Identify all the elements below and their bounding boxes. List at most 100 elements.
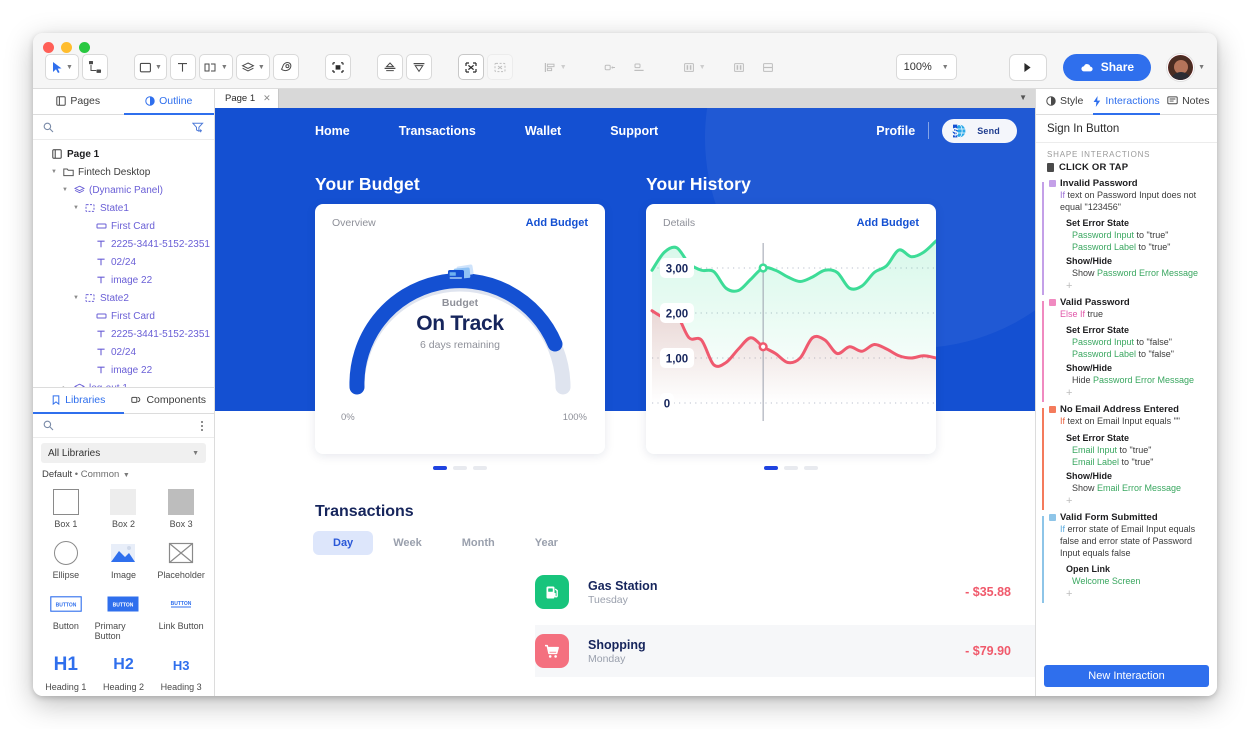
preview-button[interactable]: [1008, 53, 1047, 81]
minimize-window-button[interactable]: [61, 42, 72, 53]
zoom-level-select[interactable]: 100% ▼: [895, 54, 957, 80]
tab-interactions[interactable]: Interactions: [1093, 89, 1160, 115]
interaction-case-header[interactable]: Valid Password: [1049, 297, 1217, 308]
outline-tree-item[interactable]: 02/24: [33, 343, 214, 361]
library-item[interactable]: BUTTON Link Button: [152, 586, 210, 643]
transactions-tabs[interactable]: Day Week Month Year: [313, 531, 578, 555]
action-item[interactable]: Hide Password Error Message: [1049, 374, 1217, 386]
library-item[interactable]: Box 2: [95, 484, 153, 531]
transactions-tab-month[interactable]: Month: [442, 531, 515, 555]
library-item[interactable]: H2 Heading 2: [95, 647, 153, 694]
budget-card[interactable]: Overview Add Budget Budget On Track 6 da…: [315, 204, 605, 454]
tab-outline[interactable]: Outline: [123, 89, 214, 115]
collapse-toggle-icon[interactable]: [1049, 299, 1056, 307]
action-item[interactable]: Email Label to "true": [1049, 456, 1217, 468]
budget-card-add-budget-button[interactable]: Add Budget: [526, 217, 588, 229]
distribute-horizontal-tool-button[interactable]: [597, 54, 623, 80]
library-item[interactable]: Box 3: [152, 484, 210, 531]
history-card[interactable]: Details Add Budget 0 1,00 2,00 3,00: [646, 204, 936, 454]
share-button[interactable]: Share: [1062, 53, 1152, 81]
history-card-add-budget-button[interactable]: Add Budget: [857, 217, 919, 229]
chevron-down-icon[interactable]: ▼: [1019, 93, 1027, 102]
tab-components[interactable]: Components: [124, 388, 215, 414]
search-icon[interactable]: [43, 420, 54, 431]
close-icon[interactable]: ✕: [263, 93, 271, 104]
add-action-icon[interactable]: +: [1049, 386, 1217, 402]
text-tool-button[interactable]: [169, 54, 196, 80]
mask-tool-button[interactable]: [405, 54, 432, 80]
outline-tree-item[interactable]: 02/24: [33, 253, 214, 271]
nav-link-support[interactable]: Support: [610, 124, 658, 138]
outline-tree-item[interactable]: First Card: [33, 217, 214, 235]
new-interaction-button[interactable]: New Interaction: [1044, 665, 1209, 687]
collapse-toggle-icon[interactable]: [1049, 180, 1056, 187]
pagination-dot[interactable]: [764, 466, 778, 470]
split-tool-button[interactable]: [726, 54, 752, 80]
interaction-case-header[interactable]: Invalid Password: [1049, 178, 1217, 189]
tab-notes[interactable]: Notes: [1160, 89, 1217, 115]
library-item[interactable]: Image: [95, 535, 153, 582]
transactions-tab-year[interactable]: Year: [515, 531, 578, 555]
outline-tree-item[interactable]: image 22: [33, 361, 214, 379]
layers-tool-button[interactable]: ▼: [235, 54, 270, 80]
outline-tree-item[interactable]: ▼ State1: [33, 199, 214, 217]
library-item[interactable]: Box 1: [37, 484, 95, 531]
pen-tool-button[interactable]: [272, 54, 299, 80]
library-item[interactable]: BUTTON Primary Button: [95, 586, 153, 643]
distribute-vertical-tool-button[interactable]: [626, 54, 652, 80]
transactions-tab-day[interactable]: Day: [313, 531, 374, 555]
canvas-tab-page1[interactable]: Page 1 ✕: [215, 89, 279, 108]
columns-tool-button[interactable]: ▼: [678, 54, 710, 80]
maximize-window-button[interactable]: [79, 42, 90, 53]
budget-card-pagination[interactable]: [315, 466, 605, 470]
library-item[interactable]: BUTTON Button: [37, 586, 95, 643]
account-menu[interactable]: ▼: [1167, 53, 1205, 81]
avatar[interactable]: [1167, 53, 1195, 81]
action-item[interactable]: Password Label to "false": [1049, 348, 1217, 360]
library-breadcrumb[interactable]: Default • Common ▼: [33, 463, 214, 482]
library-item-grid[interactable]: Box 1 Box 2 Box 3 Ellipse Image Placeholder BU…: [33, 482, 214, 696]
collapse-toggle-icon[interactable]: [1049, 406, 1056, 414]
nav-link-wallet[interactable]: Wallet: [525, 124, 561, 138]
flatten-tool-button[interactable]: [376, 54, 403, 80]
tab-libraries[interactable]: Libraries: [33, 388, 124, 414]
library-select[interactable]: All Libraries ▼: [41, 443, 206, 463]
action-item[interactable]: Password Label to "true": [1049, 241, 1217, 253]
pointer-tool-button[interactable]: ▼: [45, 54, 79, 80]
pagination-dot[interactable]: [804, 466, 818, 470]
library-item[interactable]: Ellipse: [37, 535, 95, 582]
add-action-icon[interactable]: +: [1049, 494, 1217, 510]
outline-tree-item[interactable]: Page 1: [33, 145, 214, 163]
collapse-toggle-icon[interactable]: [1049, 513, 1056, 521]
library-item[interactable]: H1 Heading 1: [37, 647, 95, 694]
outline-search-row[interactable]: [33, 115, 214, 140]
event-click-or-tap[interactable]: CLICK OR TAP: [1036, 161, 1217, 178]
group-tool-button[interactable]: [486, 54, 513, 80]
interaction-case[interactable]: Valid Password Else If true Set Error Stat…: [1036, 297, 1217, 404]
pagination-dot[interactable]: [453, 466, 467, 470]
search-icon[interactable]: [43, 122, 54, 133]
table-tool-button[interactable]: ▼: [198, 54, 233, 80]
interaction-cases-list[interactable]: Invalid Password If text on Password Inpu…: [1036, 178, 1217, 659]
interaction-case-header[interactable]: Valid Form Submitted: [1049, 512, 1217, 523]
align-tool-button[interactable]: ▼: [539, 54, 571, 80]
window-controls[interactable]: [43, 42, 90, 53]
chevron-down-icon[interactable]: ▼: [72, 295, 80, 301]
tab-style[interactable]: Style: [1036, 89, 1093, 115]
stack-tool-button[interactable]: [755, 54, 781, 80]
tab-pages[interactable]: Pages: [33, 89, 124, 115]
transaction-row[interactable]: Gas Station Tuesday - $35.88: [535, 566, 1035, 618]
outline-tree-item[interactable]: ▼ Fintech Desktop: [33, 163, 214, 181]
outline-tree-item[interactable]: 2225-3441-5152-2351: [33, 325, 214, 343]
outline-tree[interactable]: Page 1 ▼ Fintech Desktop ▼ (Dynamic Panel) ▼ S…: [33, 140, 214, 387]
history-chart[interactable]: 0 1,00 2,00 3,00: [646, 233, 936, 433]
chevron-down-icon[interactable]: ▼: [50, 169, 58, 175]
library-search-row[interactable]: [33, 414, 214, 438]
crop-tool-button[interactable]: [324, 54, 351, 80]
library-item[interactable]: Placeholder: [152, 535, 210, 582]
pagination-dot[interactable]: [784, 466, 798, 470]
transactions-tab-week[interactable]: Week: [373, 531, 442, 555]
action-item[interactable]: Welcome Screen: [1049, 575, 1217, 587]
outline-tree-item[interactable]: First Card: [33, 307, 214, 325]
nav-link-transactions[interactable]: Transactions: [399, 124, 476, 138]
